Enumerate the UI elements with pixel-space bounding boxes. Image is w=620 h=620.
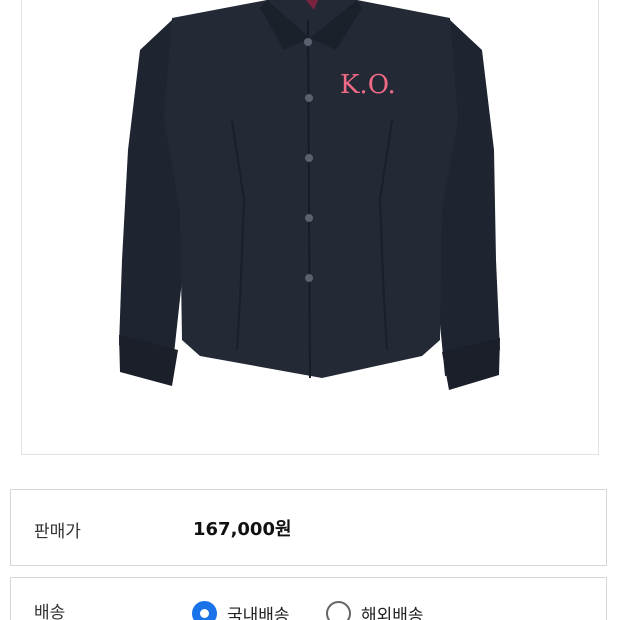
price-value: 167,000원 <box>193 519 292 540</box>
shirt-illustration: K.O. <box>119 0 500 390</box>
shipping-label: 배송 <box>34 603 66 620</box>
price-row: 판매가 167,000원 <box>10 489 607 566</box>
shipping-row: 배송 국내배송 해외배송 <box>10 577 607 620</box>
radio-overseas-label: 해외배송 <box>361 605 424 620</box>
radio-domestic-shipping[interactable]: 국내배송 <box>192 600 290 620</box>
radio-domestic-label: 국내배송 <box>227 605 290 620</box>
price-label: 판매가 <box>34 522 81 542</box>
product-image: K.O. <box>21 0 599 455</box>
shirt-logo-text: K.O. <box>340 70 396 100</box>
radio-unchecked-icon[interactable] <box>326 600 351 620</box>
radio-checked-icon[interactable] <box>192 600 217 620</box>
radio-overseas-shipping[interactable]: 해외배송 <box>326 600 424 620</box>
